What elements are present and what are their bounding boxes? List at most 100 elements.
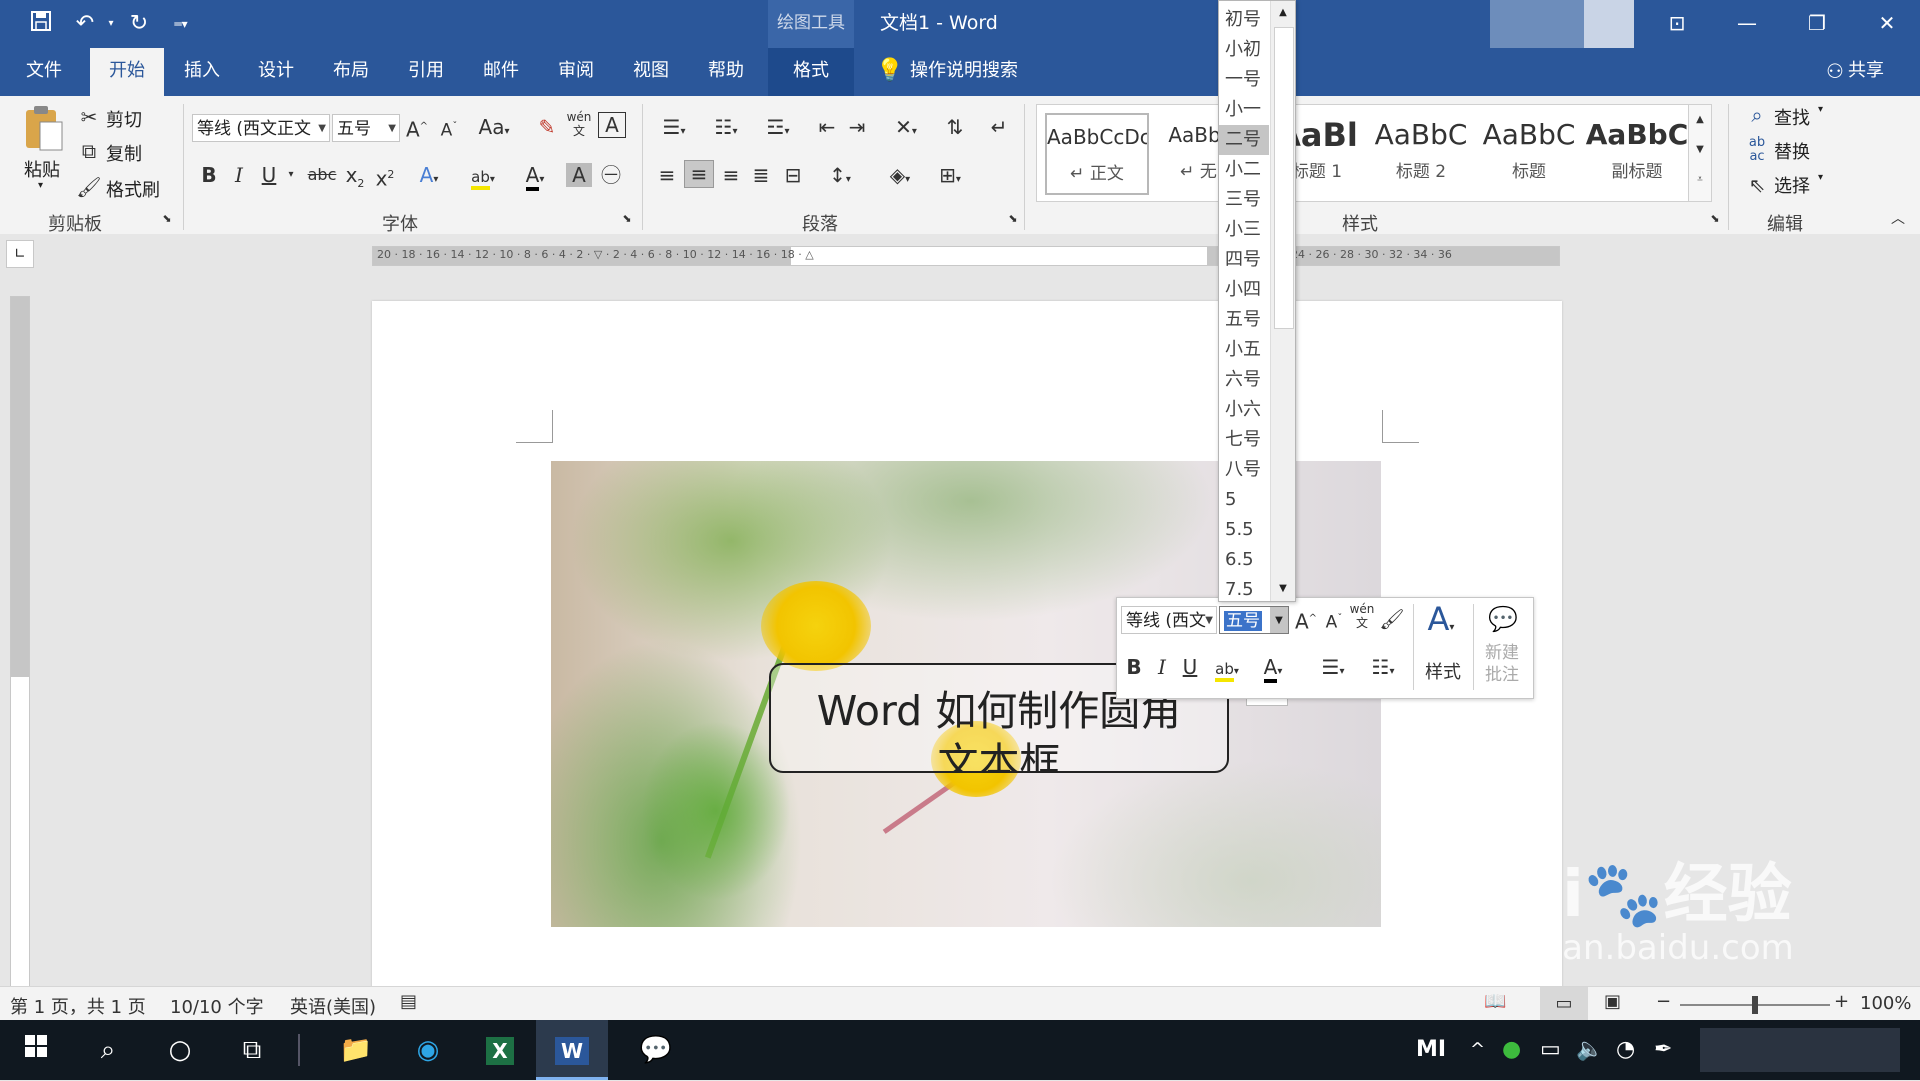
scroll-thumb[interactable] [1274,27,1294,329]
font-size-option[interactable]: 5 [1219,485,1269,515]
chevron-down-icon[interactable]: ▾ [1818,104,1823,115]
zoom-level[interactable]: 100% [1860,993,1911,1014]
show-paragraph-marks-icon[interactable]: ↵ [986,112,1012,142]
font-size-option[interactable]: 小四 [1219,275,1269,305]
font-size-option[interactable]: 小三 [1219,215,1269,245]
decrease-indent-icon[interactable]: ⇤ [814,112,840,142]
font-size-option[interactable]: 5.5 [1219,515,1269,545]
close-icon[interactable]: ✕ [1852,0,1920,48]
font-name-combo[interactable]: 等线 (西文正文 ▼ [192,114,330,142]
collapse-ribbon-icon[interactable]: ︿ [1888,212,1908,226]
cut-button[interactable]: 剪切 [106,106,142,132]
subscript-icon[interactable]: x2 [342,160,368,199]
change-case-button[interactable]: Aa▾ [474,112,514,147]
tab-review[interactable]: 审阅 [544,48,608,96]
font-size-option[interactable]: 小二 [1219,155,1269,185]
macro-recording-icon[interactable]: ▤ [400,991,417,1012]
copy-button[interactable]: 复制 [106,140,142,166]
clear-formatting-icon[interactable]: ✎ [534,112,560,142]
tab-references[interactable]: 引用 [394,48,458,96]
align-right-icon[interactable]: ≡ [718,160,744,190]
scroll-down-icon[interactable]: ▼ [1271,577,1295,601]
font-size-option[interactable]: 二号 [1219,125,1269,155]
font-size-option[interactable]: 七号 [1219,425,1269,455]
mini-font-name-combo[interactable]: 等线 (西文 ▼ [1121,606,1217,634]
chevron-down-icon[interactable]: ▾ [1818,172,1823,183]
justify-icon[interactable]: ≣ [748,160,774,190]
clock-blurred[interactable] [1700,1028,1900,1072]
dropdown-scrollbar[interactable]: ▲ ▼ [1270,1,1295,601]
bullets-icon[interactable]: ☰▾ [1313,652,1353,687]
language-indicator[interactable]: 英语(美国) [290,993,376,1019]
new-comment-icon[interactable]: 💬 [1483,604,1523,634]
tab-layout[interactable]: 布局 [319,48,383,96]
network-icon[interactable]: ◔ [1616,1020,1635,1080]
select-button[interactable]: 选择 [1774,172,1810,198]
shading-icon[interactable]: ◈▾ [880,160,920,195]
font-size-option[interactable]: 6.5 [1219,545,1269,575]
page-count[interactable]: 第 1 页，共 1 页 [10,993,146,1019]
mini-font-size-combo[interactable]: 五号 ▼ [1219,606,1289,634]
enclose-characters-icon[interactable]: ㊀ [598,160,624,190]
volume-icon[interactable]: 🔈 [1576,1020,1603,1080]
font-size-option[interactable]: 三号 [1219,185,1269,215]
paste-dropdown-icon[interactable]: ▾ [38,180,43,191]
customize-quick-access-icon[interactable]: ═▾ [166,10,196,38]
highlight-color-icon[interactable]: ab▾ [1207,652,1247,687]
font-size-option[interactable]: 小六 [1219,395,1269,425]
scroll-down-icon[interactable]: ▼ [1689,135,1711,165]
tab-mailings[interactable]: 邮件 [469,48,533,96]
vertical-ruler[interactable] [10,296,30,988]
line-spacing-icon[interactable]: ↕▾ [820,160,860,195]
minimize-icon[interactable]: — [1712,0,1782,48]
styles-launcher-icon[interactable]: ⬊ [1708,212,1722,226]
chinese-layout-icon[interactable]: ✕▾ [886,112,926,147]
chevron-down-icon[interactable]: ▾ [284,160,298,190]
file-explorer-icon[interactable]: 📁 [320,1020,392,1080]
tab-insert[interactable]: 插入 [170,48,234,96]
tab-selector-icon[interactable]: ∟ [6,240,34,268]
mi-brand-icon[interactable]: MI [1416,1020,1446,1080]
tab-file[interactable]: 文件 [12,48,76,96]
scroll-up-icon[interactable]: ▲ [1271,1,1295,25]
word-icon[interactable]: W [536,1020,608,1080]
shrink-font-icon[interactable]: Aˇ [1321,604,1347,638]
font-size-option[interactable]: 五号 [1219,305,1269,335]
underline-icon[interactable]: U [1177,652,1203,682]
borders-icon[interactable]: ⊞▾ [930,160,970,195]
tab-home[interactable]: 开始 [90,48,164,96]
tell-me-search[interactable]: 操作说明搜索 [910,48,1040,96]
tab-format[interactable]: 格式 [768,48,854,96]
shrink-font-icon[interactable]: Aˇ [436,112,462,146]
style-subtitle[interactable]: AaBbC 副标题 [1585,113,1689,195]
redo-icon[interactable]: ↻ [124,10,154,38]
ribbon-display-options-icon[interactable]: ⊡ [1642,0,1712,48]
grow-font-icon[interactable]: A^ [404,112,430,145]
wechat-tray-icon[interactable]: ● [1502,1020,1521,1080]
font-size-option[interactable]: 初号 [1219,5,1269,35]
italic-icon[interactable]: I [226,160,252,190]
cortana-icon[interactable]: ○ [144,1020,216,1080]
format-painter-button[interactable]: 格式刷 [106,176,160,202]
restore-icon[interactable]: ❐ [1782,0,1852,48]
bold-icon[interactable]: B [1121,652,1147,682]
underline-icon[interactable]: U [256,160,282,190]
font-size-option[interactable]: 小五 [1219,335,1269,365]
paste-icon[interactable] [22,104,64,152]
font-size-option[interactable]: 四号 [1219,245,1269,275]
edge-icon[interactable]: ◉ [392,1020,464,1080]
font-size-option[interactable]: 一号 [1219,65,1269,95]
font-size-option[interactable]: 小一 [1219,95,1269,125]
search-icon[interactable]: ⌕ [72,1020,144,1080]
increase-indent-icon[interactable]: ⇥ [844,112,870,142]
scroll-up-icon[interactable]: ▲ [1689,105,1711,135]
font-size-option[interactable]: 小初 [1219,35,1269,65]
align-left-icon[interactable]: ≡ [654,160,680,190]
show-hidden-icons[interactable]: ^ [1470,1020,1485,1080]
superscript-icon[interactable]: x2 [372,160,398,194]
paragraph-launcher-icon[interactable]: ⬊ [1006,212,1020,226]
grow-font-icon[interactable]: A^ [1293,604,1319,637]
font-size-option[interactable]: 八号 [1219,455,1269,485]
font-size-combo[interactable]: 五号 ▼ [332,114,400,142]
tab-help[interactable]: 帮助 [694,48,758,96]
